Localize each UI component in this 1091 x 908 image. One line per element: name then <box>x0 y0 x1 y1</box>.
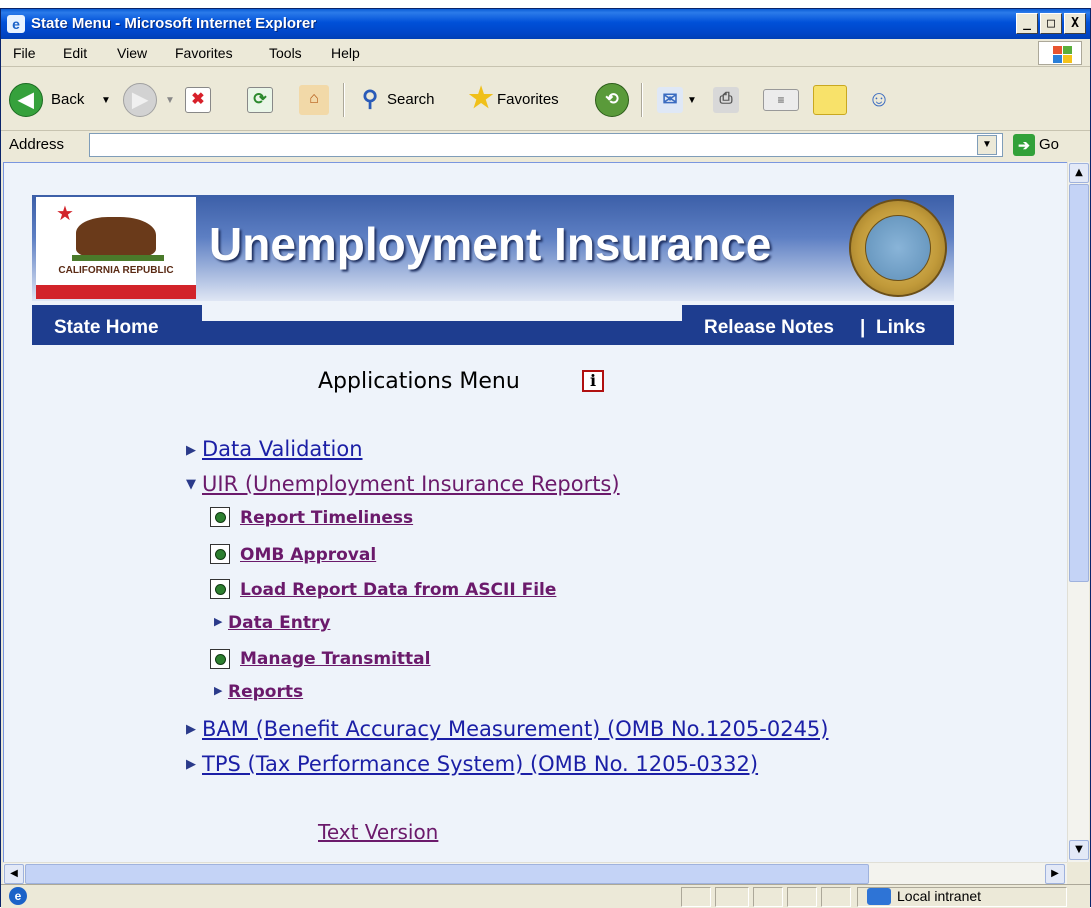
title-bar[interactable]: e State Menu - Microsoft Internet Explor… <box>1 9 1090 39</box>
status-panel <box>681 887 711 907</box>
flag-bear-icon <box>76 217 156 257</box>
status-panel <box>753 887 783 907</box>
collapsed-arrow-icon[interactable]: ▶ <box>214 615 222 628</box>
scroll-down-icon[interactable]: ▼ <box>1069 840 1089 860</box>
status-panel <box>787 887 817 907</box>
link-text-version[interactable]: Text Version <box>318 820 438 844</box>
close-button[interactable]: X <box>1064 13 1086 34</box>
messenger-icon[interactable]: ☺ <box>863 85 895 115</box>
back-button-label[interactable]: Back <box>51 91 84 108</box>
go-button-label[interactable]: Go <box>1039 136 1059 153</box>
forward-dropdown-icon[interactable]: ▼ <box>165 95 175 106</box>
window-controls: _ □ X <box>1016 13 1086 34</box>
nav-bar-notch <box>202 305 682 321</box>
standard-toolbar: ◀ Back ▼ ▶ ▼ ✖ ⟳ ⌂ ⚲ Search ★ Favorites … <box>1 67 1090 131</box>
horizontal-scrollbar[interactable]: ◀ ▶ <box>3 862 1067 884</box>
edit-icon[interactable]: ≡ <box>763 89 799 111</box>
menu-file[interactable]: File <box>13 45 36 61</box>
flag-stripe <box>36 285 196 299</box>
forward-arrow-icon[interactable]: ▶ <box>123 83 157 117</box>
menu-edit[interactable]: Edit <box>63 45 87 61</box>
address-label: Address <box>9 136 65 153</box>
toolbar-separator <box>343 83 345 117</box>
vertical-scrollbar[interactable]: ▲ ▼ <box>1067 162 1089 862</box>
refresh-icon[interactable]: ⟳ <box>247 87 273 113</box>
scroll-up-icon[interactable]: ▲ <box>1069 163 1089 183</box>
address-dropdown-icon[interactable]: ▼ <box>977 135 997 155</box>
ie-app-icon[interactable]: e <box>7 15 25 33</box>
seal-center <box>865 215 931 281</box>
local-intranet-icon <box>867 888 891 905</box>
go-arrow-icon[interactable]: ➔ <box>1013 134 1035 156</box>
menu-tools[interactable]: Tools <box>269 45 302 61</box>
toolbar-separator <box>641 83 643 117</box>
nav-release-notes[interactable]: Release Notes <box>704 317 834 339</box>
minimize-button[interactable]: _ <box>1016 13 1038 34</box>
status-panel <box>715 887 749 907</box>
vertical-scroll-thumb[interactable] <box>1069 184 1089 582</box>
flag-text: CALIFORNIA REPUBLIC <box>58 265 174 276</box>
favorites-star-icon[interactable]: ★ <box>465 83 497 115</box>
state-seal-logo <box>849 199 947 297</box>
link-reports[interactable]: Reports <box>228 682 303 702</box>
site-title: Unemployment Insurance <box>209 218 772 270</box>
link-uir[interactable]: UIR (Unemployment Insurance Reports) <box>202 472 620 496</box>
history-icon[interactable]: ⟲ <box>595 83 629 117</box>
windows-logo-icon <box>1038 41 1082 65</box>
california-flag-logo: ★ CALIFORNIA REPUBLIC <box>36 197 196 299</box>
horizontal-scroll-thumb[interactable] <box>25 864 869 884</box>
info-icon[interactable]: i <box>582 370 604 392</box>
collapsed-arrow-icon[interactable]: ▶ <box>186 443 196 458</box>
address-input[interactable] <box>89 133 1003 157</box>
nav-separator: | <box>860 317 866 338</box>
status-bar: e Local intranet <box>1 884 1090 908</box>
page-status-icon: e <box>9 887 27 905</box>
link-omb-approval[interactable]: OMB Approval <box>240 545 376 565</box>
report-doc-icon[interactable] <box>210 649 230 669</box>
window-title: State Menu - Microsoft Internet Explorer <box>31 15 317 32</box>
browser-window: e State Menu - Microsoft Internet Explor… <box>0 8 1091 908</box>
scroll-left-icon[interactable]: ◀ <box>4 864 24 884</box>
maximize-button[interactable]: □ <box>1040 13 1062 34</box>
collapsed-arrow-icon[interactable]: ▶ <box>214 684 222 697</box>
status-panel <box>821 887 851 907</box>
link-tps[interactable]: TPS (Tax Performance System) (OMB No. 12… <box>202 752 758 776</box>
search-icon[interactable]: ⚲ <box>355 85 385 115</box>
search-button-label[interactable]: Search <box>387 91 435 108</box>
link-load-report-data[interactable]: Load Report Data from ASCII File <box>240 580 556 600</box>
expanded-arrow-icon[interactable]: ▼ <box>186 477 196 492</box>
link-manage-transmittal[interactable]: Manage Transmittal <box>240 649 430 669</box>
menu-bar: File Edit View Favorites Tools Help <box>1 39 1090 67</box>
report-doc-icon[interactable] <box>210 507 230 527</box>
collapsed-arrow-icon[interactable]: ▶ <box>186 722 196 737</box>
home-icon[interactable]: ⌂ <box>299 85 329 115</box>
flag-grass <box>72 255 164 261</box>
page-viewport: ★ CALIFORNIA REPUBLIC Unemployment Insur… <box>3 162 1067 862</box>
collapsed-arrow-icon[interactable]: ▶ <box>186 757 196 772</box>
favorites-button-label[interactable]: Favorites <box>497 91 559 108</box>
zone-label: Local intranet <box>897 888 982 904</box>
stop-icon[interactable]: ✖ <box>185 87 211 113</box>
discuss-icon[interactable] <box>813 85 847 115</box>
scroll-right-icon[interactable]: ▶ <box>1045 864 1065 884</box>
nav-links[interactable]: Links <box>876 317 926 339</box>
menu-help[interactable]: Help <box>331 45 360 61</box>
menu-favorites[interactable]: Favorites <box>175 45 233 61</box>
mail-icon[interactable]: ✉ <box>657 87 683 113</box>
report-doc-icon[interactable] <box>210 579 230 599</box>
link-data-entry[interactable]: Data Entry <box>228 613 330 633</box>
back-arrow-icon[interactable]: ◀ <box>9 83 43 117</box>
print-icon[interactable]: ⎙ <box>713 87 739 113</box>
address-bar: Address ▼ ➔ Go <box>1 131 1090 159</box>
flag-star-icon: ★ <box>56 201 74 225</box>
back-dropdown-icon[interactable]: ▼ <box>101 95 111 106</box>
link-bam[interactable]: BAM (Benefit Accuracy Measurement) (OMB … <box>202 717 828 741</box>
report-doc-icon[interactable] <box>210 544 230 564</box>
mail-dropdown-icon[interactable]: ▼ <box>687 95 697 106</box>
menu-view[interactable]: View <box>117 45 147 61</box>
page-title: Applications Menu <box>318 369 520 394</box>
link-data-validation[interactable]: Data Validation <box>202 437 363 461</box>
nav-state-home[interactable]: State Home <box>54 317 159 339</box>
link-report-timeliness[interactable]: Report Timeliness <box>240 508 413 528</box>
